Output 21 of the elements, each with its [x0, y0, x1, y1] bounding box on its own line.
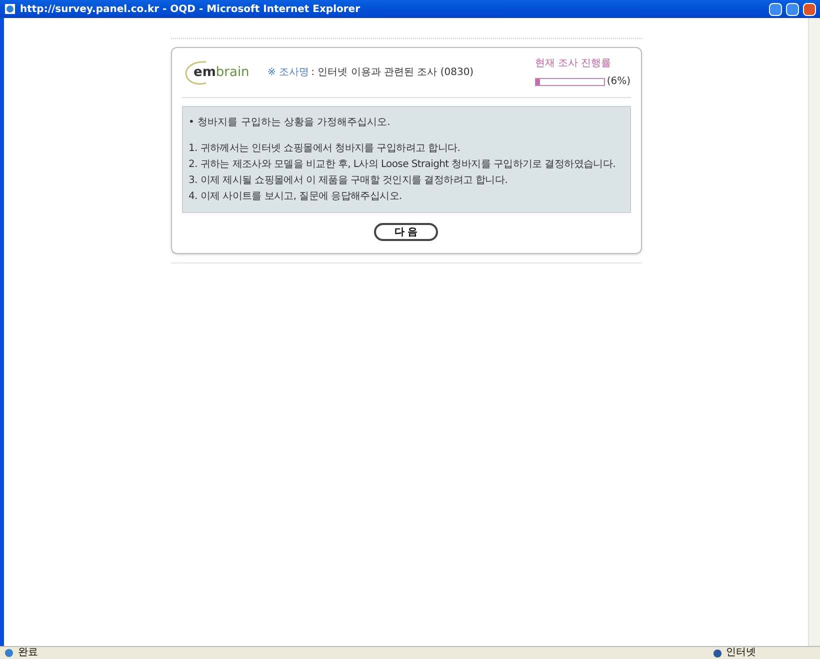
browser-icon — [4, 3, 16, 15]
instruction-intro: • 청바지를 구입하는 상황을 가정해주십시오. — [188, 116, 392, 130]
maximize-button[interactable] — [786, 2, 799, 16]
instruction-item: 4. 이제 사이트를 보시고, 질문에 응답해주십시오. — [188, 190, 402, 204]
instruction-item: 1. 귀하께서는 인터넷 쇼핑몰에서 청바지를 구입하려고 합니다. — [188, 142, 460, 156]
progress-label: 현재 조사 진행률 — [534, 57, 612, 71]
minimize-button[interactable] — [769, 2, 782, 16]
close-button[interactable] — [803, 2, 816, 16]
scrollbar[interactable] — [808, 18, 820, 646]
logo-text: embrain — [194, 64, 250, 82]
progress-reading: (6%) — [606, 75, 630, 89]
status-text: 완료 — [18, 648, 38, 658]
survey-label: ※ 조사명 — [268, 66, 310, 80]
page-icon — [4, 648, 14, 658]
instruction-item: 2. 귀하는 제조사와 모델을 비교한 후, L사의 Loose Straight 청바지를 구입하기로 결정하였습니다. — [188, 158, 616, 172]
instruction-item: 3. 이제 제시될 쇼핑몰에서 이 제품을 구매할 것인지를 결정하려고 합니다. — [188, 174, 508, 188]
survey-name: : 인터넷 이용과 관련된 조사 (0830) — [311, 66, 474, 80]
window-title: http://survey.panel.co.kr - OQD - Microsoft Internet Explorer — [20, 2, 360, 16]
zone-text: 인터넷 — [726, 648, 756, 658]
globe-icon — [713, 648, 722, 658]
next-button[interactable]: 다 음 — [374, 223, 438, 241]
